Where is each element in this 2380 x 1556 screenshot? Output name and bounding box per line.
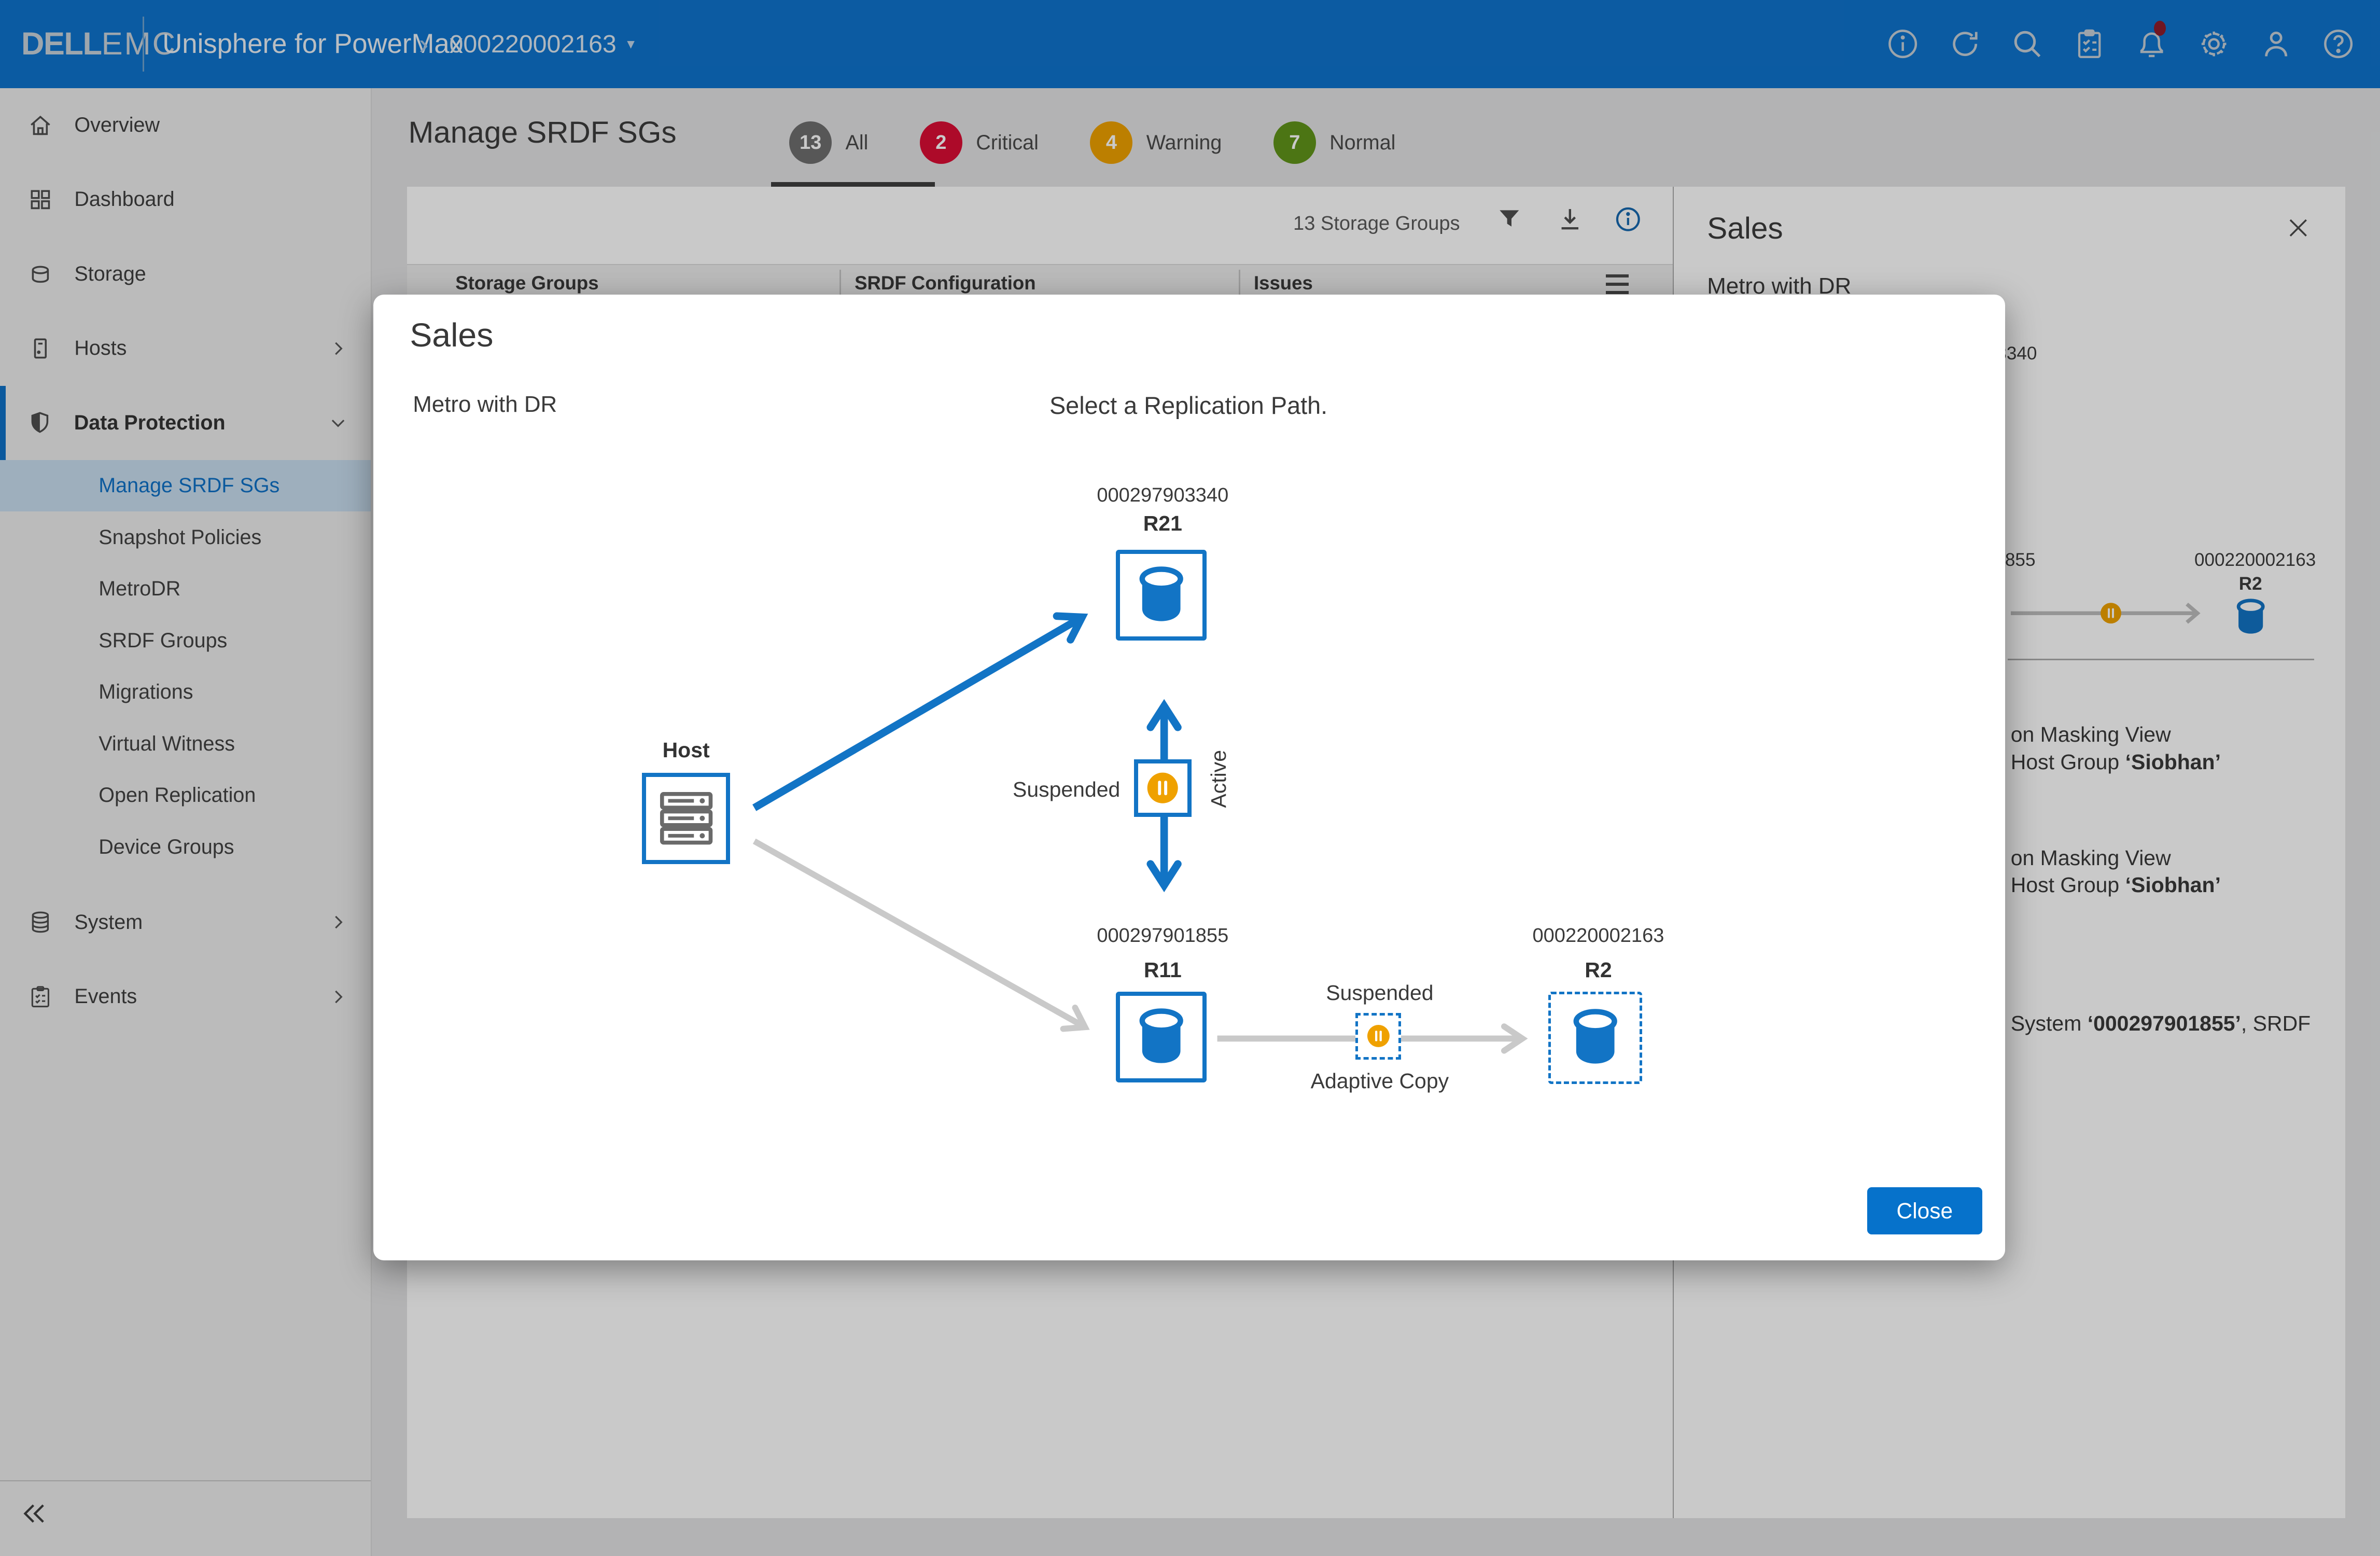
metro-link-state-badge[interactable]: [1134, 759, 1192, 817]
host-server-icon: [657, 791, 715, 845]
dr-link-state-badge[interactable]: [1355, 1013, 1401, 1060]
r11-role-label: R11: [1049, 958, 1277, 982]
volume-cylinder-icon: [1134, 564, 1188, 627]
r11-system-id: 000297901855: [1049, 925, 1277, 947]
dr-mode-label: Adaptive Copy: [1281, 1069, 1479, 1093]
host-to-r11-link: [754, 841, 1084, 1026]
host-node[interactable]: [642, 773, 730, 864]
pause-icon: [1366, 1024, 1391, 1048]
r2-node[interactable]: [1548, 992, 1642, 1085]
metro-mode-label: Active: [1207, 750, 1231, 808]
volume-cylinder-icon: [1134, 1006, 1188, 1068]
unisphere-app: DELL EMC Unisphere for PowerMax › 000220…: [0, 0, 2380, 1556]
r21-node[interactable]: [1116, 550, 1207, 641]
host-label: Host: [640, 738, 732, 762]
dr-state-label: Suspended: [1281, 981, 1479, 1005]
r2-system-id: 000220002163: [1485, 925, 1712, 947]
volume-cylinder-icon: [1568, 1006, 1622, 1069]
replication-path-modal: Sales Metro with DR Select a Replication…: [373, 295, 2005, 1260]
r21-system-id: 000297903340: [1049, 484, 1277, 507]
r11-node[interactable]: [1116, 992, 1207, 1083]
r21-role-label: R21: [1049, 511, 1277, 536]
pause-icon: [1146, 771, 1179, 804]
metro-state-label: Suspended: [969, 777, 1121, 802]
r2-role-label: R2: [1485, 958, 1712, 982]
close-button[interactable]: Close: [1867, 1187, 1982, 1234]
